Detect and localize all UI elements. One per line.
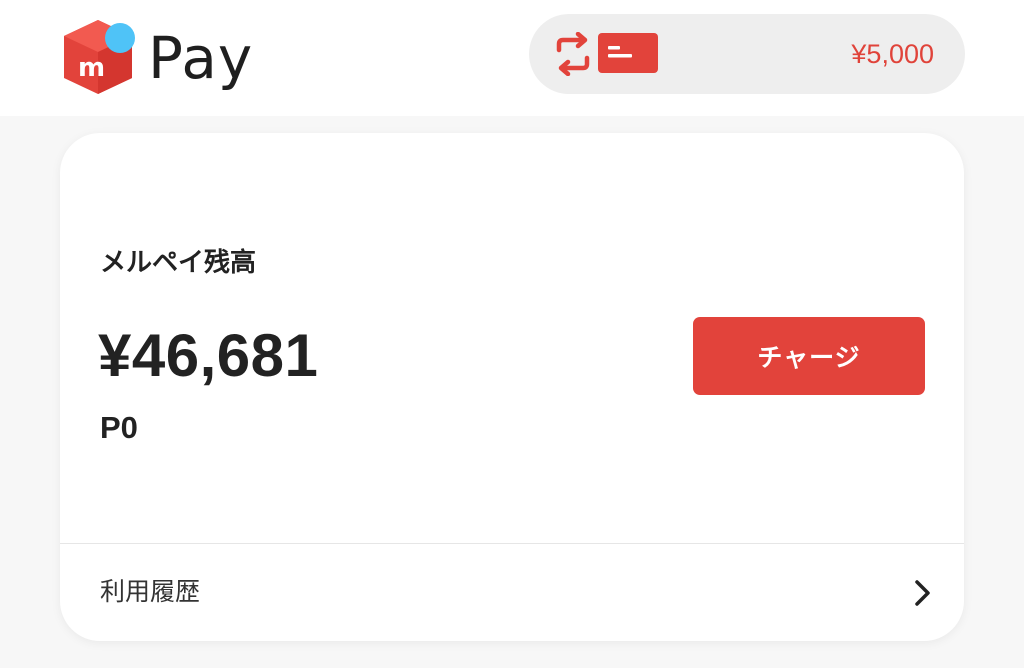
points-value: P0 <box>100 410 138 445</box>
svg-text:m: m <box>78 53 105 83</box>
chevron-right-icon <box>915 580 930 606</box>
card-icon <box>598 33 658 73</box>
logo-text: Pay <box>148 24 254 92</box>
swap-arrows-icon <box>556 32 590 76</box>
app-header: m Pay ¥5,000 <box>0 0 1024 116</box>
usage-history-label: 利用履歴 <box>100 577 201 606</box>
merpay-logo-icon: m <box>64 20 135 94</box>
usage-history-row[interactable]: 利用履歴 <box>60 544 964 641</box>
balance-label: メルペイ残高 <box>100 248 257 278</box>
balance-card: メルペイ残高 ¥46,681 P0 チャージ 利用履歴 <box>60 133 964 641</box>
balance-amount: ¥46,681 <box>98 322 319 389</box>
charge-button[interactable]: チャージ <box>693 317 925 395</box>
pill-balance-amount: ¥5,000 <box>851 39 934 69</box>
merpay-logo: m Pay <box>58 12 253 102</box>
